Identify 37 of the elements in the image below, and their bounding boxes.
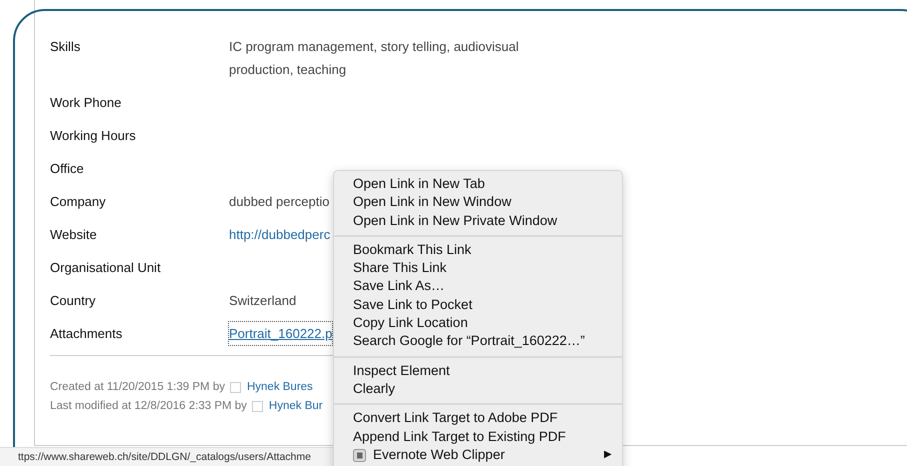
menu-item-label: Evernote Web Clipper — [373, 446, 506, 464]
field-label: Country — [50, 292, 97, 310]
menu-item[interactable]: Search Google for “Portrait_160222…” — [334, 332, 622, 351]
field-label: Attachments — [50, 325, 124, 343]
status-url: ttps://www.shareweb.ch/site/DDLGN/_catalogs/users/Attachme — [18, 451, 311, 463]
field-value: IC program management, story telling, audiovisual production, teaching — [229, 38, 520, 79]
user-icon — [252, 401, 263, 412]
menu-item[interactable]: Open Link in New Tab — [334, 175, 622, 194]
field-label: Skills — [50, 38, 82, 56]
user-icon — [230, 382, 241, 393]
field-value: Switzerland — [229, 292, 296, 310]
field-label: Website — [50, 226, 98, 244]
clipper-icon — [353, 448, 366, 462]
attachment-link[interactable]: Portrait_160222.p — [229, 322, 332, 345]
field-label: Work Phone — [50, 94, 122, 112]
menu-item[interactable]: Save Link to Pocket — [334, 296, 622, 314]
field-label: Working Hours — [50, 127, 137, 145]
menu-item[interactable]: Save Link As… — [334, 277, 622, 296]
menu-item[interactable]: Open Link in New Window — [334, 193, 622, 212]
user-link[interactable]: Hynek Bures — [246, 378, 313, 397]
field-label: Organisational Unit — [50, 259, 162, 277]
menu-item[interactable]: Copy Link Location — [334, 314, 622, 332]
menu-item[interactable]: Open Link in New Private Window — [334, 212, 622, 230]
menu-item[interactable]: Clearly — [334, 380, 622, 398]
menu-item[interactable]: Inspect Element — [334, 362, 622, 380]
menu-item[interactable]: Append Link Target to Existing PDF — [334, 428, 622, 446]
menu-item[interactable]: Convert Link Target to Adobe PDF — [334, 409, 622, 428]
field-value: dubbed perceptio — [229, 193, 330, 211]
menu-item[interactable]: Evernote Web Clipper ▶ — [334, 446, 622, 464]
field-label: Office — [50, 160, 85, 178]
user-link[interactable]: Hynek Bur — [268, 397, 323, 416]
menu-item[interactable]: Share This Link — [334, 259, 622, 278]
menu-item[interactable]: Bookmark This Link — [334, 240, 622, 260]
footer-text: Created at 11/20/2015 1:39 PM by — [50, 380, 225, 395]
footer-text: Last modified at 12/8/2016 2:33 PM by — [50, 399, 247, 414]
field-label: Company — [50, 193, 107, 211]
submenu-arrow: ▶ — [604, 448, 612, 462]
